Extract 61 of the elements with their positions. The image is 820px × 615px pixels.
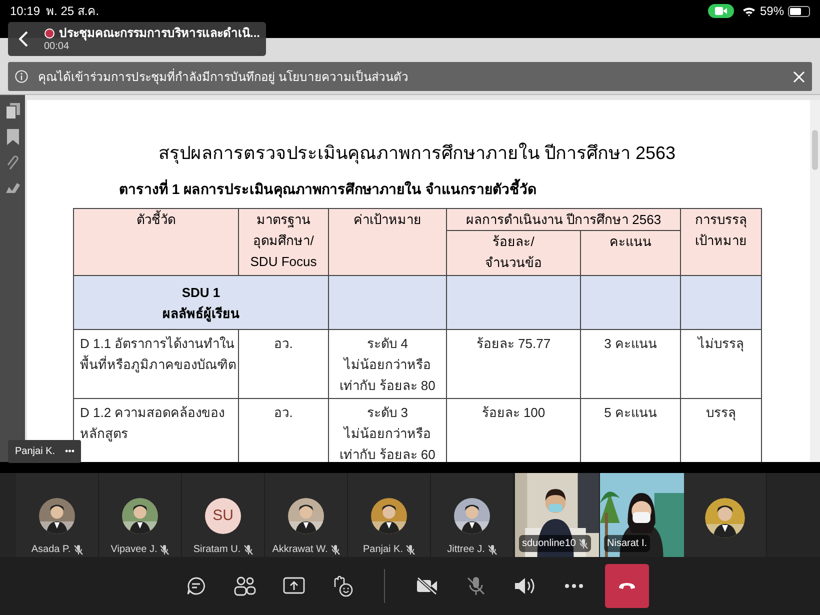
battery-percent: 59% [760, 3, 784, 20]
bookmark-icon[interactable] [6, 129, 18, 145]
table-caption: ตารางที่ 1 ผลการประเมินคุณภาพการศึกษาภายใน จำแนกรายตัวชี้วัด [119, 179, 810, 200]
column-header: ร้อยละ/ จำนวนข้อ [446, 230, 580, 276]
back-icon[interactable] [19, 31, 28, 47]
participant-name: Panjai K. [362, 543, 404, 557]
participant-tile[interactable]: Akkrawat W. [265, 473, 348, 557]
camera-off-icon[interactable] [416, 577, 438, 595]
paperclip-icon[interactable] [6, 155, 18, 171]
participant-name: sduonline10 [522, 537, 576, 551]
table-cell: ระดับ 4 ไม่น้อยกว่าหรือ เท่ากับ ร้อยละ 80 [328, 330, 446, 398]
phone-hangup-icon [618, 582, 636, 590]
participant-tile[interactable] [684, 473, 767, 557]
scrollbar[interactable] [810, 100, 820, 462]
participant-name: Akkrawat W. [272, 543, 328, 557]
muted-mic-icon[interactable] [466, 576, 486, 596]
more-icon[interactable] [564, 584, 582, 588]
table-cell: ไม่บรรลุ [680, 330, 762, 398]
column-header: ผลการดำเนินงาน ปีการศึกษา 2563 [446, 208, 680, 230]
chat-icon[interactable] [186, 576, 206, 596]
wifi-icon [742, 6, 756, 16]
table-cell: อว. [238, 330, 328, 398]
column-header: มาตรฐาน อุดมศึกษา/ SDU Focus [238, 208, 328, 276]
share-screen-icon[interactable] [282, 577, 304, 595]
document-title: สรุปผลการตรวจประเมินคุณภาพการศึกษาภายใน ปีการศึกษา 2563 [157, 142, 677, 166]
table-cell: 3 คะแนน [580, 330, 680, 398]
video-tile[interactable]: Nisarat I. [600, 473, 684, 557]
end-call-button[interactable] [605, 564, 649, 608]
battery-icon [788, 6, 810, 16]
meeting-timer: 00:04 [44, 40, 70, 52]
clock-time: 10:19 [10, 3, 40, 20]
participant-tile[interactable]: Panjai K. [348, 473, 431, 557]
column-header: ตัวชี้วัด [74, 208, 238, 276]
section-cell: SDU 1 ผลลัพธ์ผู้เรียน [74, 276, 328, 330]
meeting-title: ประชุมคณะกรรมการบริหารและดำเนิ... [59, 26, 260, 40]
hand-smiley-icon[interactable] [332, 575, 354, 597]
initials-avatar: SU [205, 498, 241, 534]
participant-name: Panjai K. [15, 445, 56, 459]
column-header: คะแนน [580, 230, 680, 276]
close-icon[interactable] [793, 70, 805, 82]
video-tile[interactable]: sduonline10 [515, 473, 599, 557]
column-header: การบรรลุ เป้าหมาย [680, 208, 762, 276]
participant-name: Siratam U. [193, 543, 241, 557]
participant-tile[interactable]: SU Siratam U. [182, 473, 265, 557]
table-cell: D 1.1 อัตราการได้งานทำใน พื้นที่หรือภูมิภาคของบัณฑิต [74, 330, 238, 398]
table-cell: ร้อยละ 75.77 [446, 330, 580, 398]
banner-text: คุณได้เข้าร่วมการประชุมที่กำลังมีการบันทึกอยู่ นโยบายความเป็นส่วนตัว [38, 68, 408, 86]
column-header: ค่าเป้าหมาย [328, 208, 446, 276]
date-text: พ. 25 ส.ค. [46, 3, 100, 20]
participant-tile[interactable]: Vipavee J. [99, 473, 182, 557]
participant-tile[interactable]: Asada P. [16, 473, 99, 557]
participant-name: Vipavee J. [110, 543, 158, 557]
participant-name: Jittree J. [447, 543, 485, 557]
more-options[interactable]: ••• [65, 444, 74, 458]
participant-tile[interactable]: Jittree J. [431, 473, 514, 557]
info-icon [15, 70, 28, 83]
people-icon[interactable] [234, 576, 256, 596]
participant-name: Asada P. [31, 543, 71, 557]
speaker-icon[interactable] [514, 577, 536, 595]
participant-name: Nisarat I. [607, 537, 648, 551]
pages-icon[interactable] [6, 103, 20, 119]
